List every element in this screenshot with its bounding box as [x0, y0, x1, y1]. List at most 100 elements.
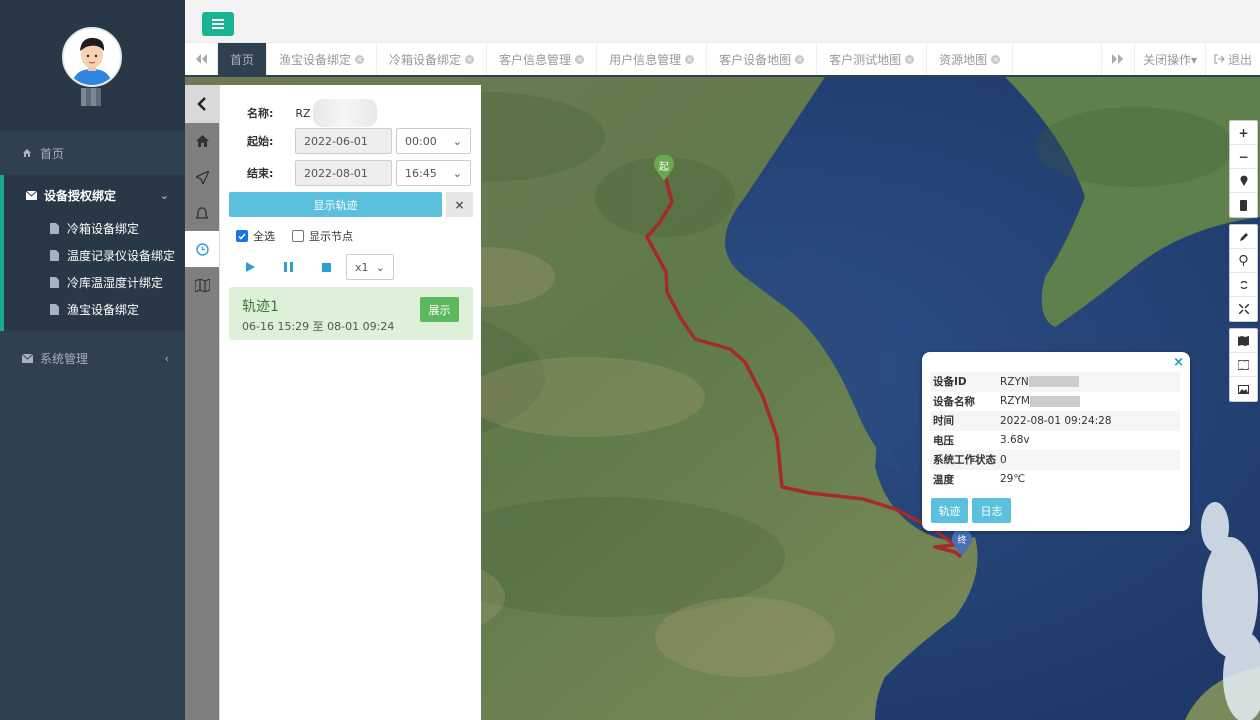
user-avatar[interactable]: [62, 27, 122, 87]
close-icon: ×: [454, 197, 465, 212]
nav-sub-item[interactable]: 冷库温湿度计绑定: [4, 269, 185, 296]
draw-button[interactable]: [1230, 225, 1257, 249]
redacted-block: [1029, 395, 1080, 407]
home-panel-button[interactable]: [185, 123, 219, 159]
close-icon[interactable]: ×: [355, 54, 365, 64]
nav-sub-item[interactable]: 温度记录仪设备绑定: [4, 242, 185, 269]
collapse-panel-button[interactable]: [185, 85, 219, 123]
close-icon[interactable]: ×: [991, 54, 1001, 64]
end-date-input[interactable]: 2022-08-01: [295, 160, 392, 186]
tab-item[interactable]: 渔宝设备绑定 ×: [267, 43, 378, 75]
zoom-out-button[interactable]: −: [1230, 145, 1257, 169]
close-icon[interactable]: ×: [575, 54, 585, 64]
map-tool-group: [1229, 328, 1258, 402]
fullscreen-button[interactable]: [1230, 297, 1257, 321]
play-button[interactable]: [240, 262, 260, 272]
nav-sub-item[interactable]: 渔宝设备绑定: [4, 296, 185, 323]
close-icon[interactable]: ×: [795, 54, 805, 64]
recycle-icon: [1240, 280, 1247, 289]
select-all-checkbox[interactable]: [236, 230, 248, 242]
tab-item[interactable]: 资源地图 ×: [927, 43, 1014, 75]
end-time-select[interactable]: 16:45 ⌄: [396, 160, 471, 186]
check-icon: [238, 233, 246, 240]
track-button[interactable]: 轨迹: [931, 498, 968, 523]
redacted-block: [1028, 376, 1079, 388]
tab-label: 冷箱设备绑定: [389, 52, 462, 67]
tab-item[interactable]: 客户测试地图 ×: [817, 43, 928, 75]
log-button[interactable]: 日志: [972, 498, 1011, 523]
tab-item[interactable]: 客户设备地图 ×: [707, 43, 818, 75]
marker-button[interactable]: [1230, 249, 1257, 273]
info-row: 温度 29℃: [930, 470, 1180, 490]
nav-sub-item-label: 冷箱设备绑定: [67, 222, 140, 236]
chevron-down-icon: ⌄: [452, 166, 462, 180]
stop-button[interactable]: [316, 262, 336, 272]
popup-close-icon[interactable]: ×: [1173, 355, 1184, 370]
map-tool-group: + −: [1229, 120, 1258, 218]
tab-item[interactable]: 冷箱设备绑定 ×: [377, 43, 488, 75]
hamburger-icon: [212, 19, 224, 29]
device-button[interactable]: [1230, 193, 1257, 217]
map-outline-icon: [1238, 359, 1249, 370]
start-date-input[interactable]: 2022-06-01: [295, 128, 392, 154]
show-nodes-checkbox[interactable]: [292, 230, 304, 242]
map-panel-button[interactable]: [185, 267, 219, 303]
send-panel-button[interactable]: [185, 159, 219, 195]
nav-sub-item-label: 温度记录仪设备绑定: [67, 249, 176, 263]
alarm-panel-button[interactable]: [185, 195, 219, 231]
stop-icon: [321, 262, 331, 272]
close-icon[interactable]: ×: [685, 54, 695, 64]
show-track-button[interactable]: 显示轨迹: [229, 192, 442, 217]
satellite-map-button[interactable]: [1230, 377, 1257, 401]
info-key: 设备ID: [930, 372, 997, 392]
tabs-scroll-left-button[interactable]: [185, 43, 218, 75]
info-key: 电压: [933, 434, 954, 447]
chevron-left-icon: ‹: [164, 351, 169, 365]
tab-home[interactable]: 首页: [218, 43, 268, 75]
user-name-redacted: [81, 88, 101, 106]
track-result-card[interactable]: 轨迹1 06-16 15:29 至 08-01 09:24 展示: [229, 287, 473, 340]
speed-select[interactable]: x1 ⌄: [346, 254, 394, 280]
profile-area: [0, 0, 185, 131]
nav-home[interactable]: 首页: [0, 131, 185, 175]
tab-label: 用户信息管理: [609, 52, 682, 67]
info-row: 时间 2022-08-01 09:24:28: [930, 411, 1180, 431]
nav-system[interactable]: 系统管理 ‹: [0, 336, 185, 380]
street-map-button[interactable]: [1230, 329, 1257, 353]
refresh-button[interactable]: [1230, 273, 1257, 297]
nav-device-auth[interactable]: 设备授权绑定 ⌄: [4, 175, 185, 215]
start-time-select[interactable]: 00:00 ⌄: [396, 128, 471, 154]
info-value: 0: [997, 450, 1180, 470]
info-row: 设备名称 RZYM: [930, 392, 1180, 412]
track-history-button[interactable]: [185, 231, 219, 267]
nav-sub-item[interactable]: 冷箱设备绑定: [4, 215, 185, 242]
phone-icon: [1240, 199, 1247, 211]
show-track-detail-button[interactable]: 展示: [420, 297, 459, 322]
device-name-value: RZYM: [1000, 395, 1030, 408]
tab-item[interactable]: 用户信息管理 ×: [597, 43, 708, 75]
nav-group-device-auth: 设备授权绑定 ⌄ 冷箱设备绑定 温度记录仪设备绑定 冷库温湿度计绑定 渔宝设备绑…: [0, 175, 185, 331]
end-marker[interactable]: 终: [951, 530, 973, 556]
terrain-map-button[interactable]: [1230, 353, 1257, 377]
minus-icon: −: [1238, 149, 1249, 164]
close-operations-dropdown[interactable]: 关闭操作▾: [1133, 43, 1205, 75]
logout-icon: [1214, 54, 1225, 64]
play-icon: [245, 262, 255, 272]
info-row: 系统工作状态 0: [930, 450, 1180, 470]
pause-button[interactable]: [278, 262, 298, 272]
logout-button[interactable]: 退出: [1204, 43, 1260, 75]
close-icon[interactable]: ×: [905, 54, 915, 64]
tabs-scroll-right-button[interactable]: [1100, 43, 1134, 75]
close-icon[interactable]: ×: [465, 54, 475, 64]
start-marker[interactable]: 起: [653, 155, 675, 181]
menu-toggle-button[interactable]: [202, 12, 234, 36]
clear-button[interactable]: ×: [446, 192, 473, 217]
expand-label: 展示: [428, 303, 451, 317]
tab-item[interactable]: 客户信息管理 ×: [487, 43, 598, 75]
zoom-in-button[interactable]: +: [1230, 121, 1257, 145]
track-name: 轨迹1: [242, 299, 279, 315]
map-tool-group: [1229, 224, 1258, 322]
envelope-icon: [24, 190, 38, 200]
locate-button[interactable]: [1230, 169, 1257, 193]
map-icon: [1238, 335, 1249, 346]
